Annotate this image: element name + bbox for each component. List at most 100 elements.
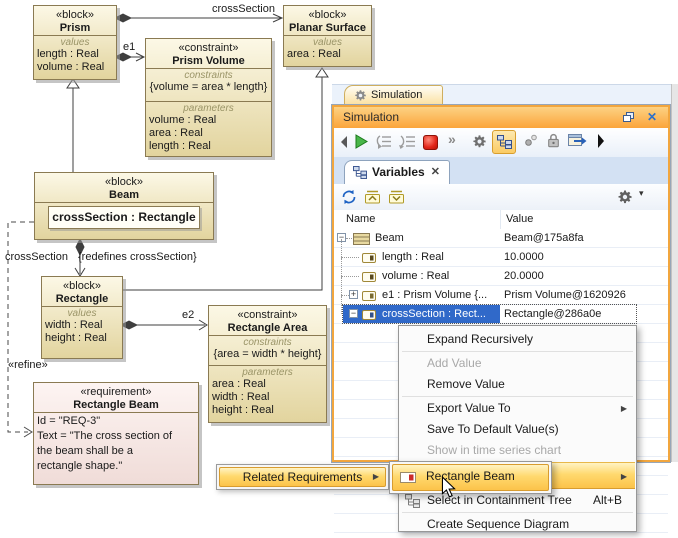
- table-row-volume[interactable]: volume : Real 20.0000: [334, 267, 668, 286]
- stereotype: «block»: [35, 176, 213, 189]
- stereotype: «requirement»: [34, 386, 198, 399]
- related-requirements-box: Related Requirements ▶: [216, 464, 389, 490]
- dropdown-caret-icon[interactable]: ▾: [639, 188, 644, 199]
- compartment-label: constraints: [149, 70, 268, 81]
- menu-item-related-requirements[interactable]: Related Requirements ▶: [219, 467, 386, 487]
- row-name: Beam: [375, 229, 404, 247]
- tab-variables[interactable]: Variables ✕: [344, 160, 450, 185]
- close-icon[interactable]: ✕: [647, 107, 657, 128]
- table-row-beam[interactable]: − Beam Beam@175a8fa: [334, 229, 668, 248]
- block-beam[interactable]: «block» Beam crossSection : Rectangle: [34, 172, 214, 240]
- expander-icon[interactable]: +: [349, 290, 358, 299]
- tab-label: Variables: [372, 161, 425, 184]
- block-planar-surface[interactable]: «block» Planar Surface values area : Rea…: [283, 5, 372, 67]
- trigger-back-icon[interactable]: [339, 135, 348, 149]
- menu-item-create-sequence-diagram[interactable]: Create Sequence Diagram: [400, 514, 635, 535]
- menu-item-add-value: Add Value: [400, 353, 635, 374]
- menu-item-expand-recursively[interactable]: Expand Recursively: [400, 329, 635, 350]
- export-console-icon[interactable]: [568, 133, 587, 147]
- parameter-line: volume : Real: [149, 114, 268, 127]
- compartment-label: parameters: [212, 367, 323, 378]
- table-row-e1[interactable]: + e1 : Prism Volume {... Prism Volume@16…: [334, 286, 668, 305]
- edge-label-redefines: {redefines crossSection}: [78, 251, 197, 263]
- block-rectangle[interactable]: «block» Rectangle values width : Real he…: [41, 276, 123, 359]
- row-name: e1 : Prism Volume {...: [382, 286, 487, 304]
- table-row-length[interactable]: length : Real 10.0000: [334, 248, 668, 267]
- compartment-label: constraints: [212, 337, 323, 348]
- row-name: volume : Real: [382, 267, 449, 285]
- block-name: Prism Volume: [146, 55, 271, 68]
- variables-pane-toggle[interactable]: [492, 130, 516, 154]
- menu-item-save-to-default[interactable]: Save To Default Value(s): [400, 419, 635, 440]
- gear-icon: [354, 89, 367, 102]
- part-property-crosssection[interactable]: crossSection : Rectangle: [48, 206, 200, 229]
- requirement-line: the beam shall be a: [37, 444, 195, 459]
- float-window-icon[interactable]: [623, 112, 634, 123]
- variables-tab-icon: [353, 166, 367, 179]
- block-name: Rectangle: [42, 293, 122, 306]
- block-prism[interactable]: «block» Prism values length : Real volum…: [33, 5, 117, 80]
- parameter-line: width : Real: [212, 391, 323, 404]
- constraint-expression: {area = width * height}: [212, 348, 323, 361]
- compartment-label: values: [37, 37, 113, 48]
- collapse-value-icon[interactable]: [389, 190, 405, 204]
- dock-tab-label: Simulation: [371, 89, 422, 101]
- value-line: length : Real: [37, 48, 113, 61]
- block-icon: [353, 233, 370, 245]
- refresh-icon[interactable]: [341, 189, 357, 205]
- column-value[interactable]: Value: [506, 210, 533, 229]
- breakpoints-icon[interactable]: [524, 134, 538, 147]
- submenu-arrow-icon: ▶: [373, 468, 379, 486]
- stereotype: «block»: [284, 9, 371, 22]
- context-menu: Expand Recursively Add Value Remove Valu…: [398, 325, 637, 532]
- expand-value-icon[interactable]: [365, 190, 381, 204]
- row-value: 10.0000: [504, 248, 544, 266]
- options-gear-icon[interactable]: [472, 134, 487, 149]
- edge-label-crosssection-top: crossSection: [212, 3, 275, 15]
- menu-item-remove-value[interactable]: Remove Value: [400, 374, 635, 395]
- step-over-icon: [399, 134, 416, 149]
- edge-label-crosssection-left: crossSection: [5, 251, 68, 263]
- parameter-line: length : Real: [149, 140, 268, 153]
- table-row-crosssection-selected[interactable]: − crossSection : Rect... Rectangle@286a0…: [334, 305, 668, 324]
- mouse-cursor: [441, 476, 456, 498]
- constraint-rectangle-area[interactable]: «constraint» Rectangle Area constraints …: [208, 305, 327, 423]
- compartment-label: parameters: [149, 103, 268, 114]
- value-line: width : Real: [45, 319, 119, 332]
- block-name: Rectangle Area: [209, 322, 326, 335]
- edge-label-e2: e2: [182, 309, 194, 321]
- simulation-titlebar[interactable]: Simulation ✕: [334, 107, 668, 128]
- submenu-arrow-icon: ▶: [621, 398, 627, 419]
- dock-tab-simulation[interactable]: Simulation: [344, 85, 443, 106]
- binding-connector-e2: [121, 320, 207, 330]
- requirement-line: rectangle shape.": [37, 459, 195, 474]
- animation-speed-icon[interactable]: »: [448, 131, 456, 147]
- stereotype: «block»: [42, 280, 122, 293]
- menu-item-show-time-series: Show in time series chart: [400, 440, 635, 461]
- row-value: Beam@175a8fa: [504, 229, 584, 247]
- related-requirements-submenu: Rectangle Beam: [389, 461, 552, 494]
- edge-label-refine: «refine»: [8, 359, 48, 371]
- toolbar-more-icon[interactable]: [597, 134, 605, 148]
- submenu-item-rectangle-beam[interactable]: Rectangle Beam: [392, 464, 549, 491]
- run-icon[interactable]: [355, 134, 368, 149]
- block-name: Beam: [35, 189, 213, 202]
- window-title: Simulation: [343, 110, 399, 124]
- column-name[interactable]: Name: [346, 210, 375, 229]
- settings-gear-icon[interactable]: [617, 189, 633, 205]
- containment-tree-icon: [405, 494, 420, 508]
- row-value: Prism Volume@1620926: [504, 286, 626, 304]
- submenu-arrow-icon: ▶: [621, 466, 627, 487]
- generalization-beam-prism: [67, 79, 79, 172]
- association-crosssection-top: [115, 14, 282, 22]
- requirement-rectangle-beam[interactable]: «requirement» Rectangle Beam Id = "REQ-3…: [33, 382, 199, 485]
- tab-close-icon[interactable]: ✕: [431, 161, 440, 184]
- stop-icon[interactable]: [423, 135, 438, 150]
- value-line: height : Real: [45, 332, 119, 345]
- menu-item-export-value-to[interactable]: Export Value To ▶: [400, 398, 635, 419]
- parameter-line: area : Real: [212, 378, 323, 391]
- parameter-line: height : Real: [212, 404, 323, 417]
- constraint-prism-volume[interactable]: «constraint» Prism Volume constraints {v…: [145, 38, 272, 157]
- stereotype: «constraint»: [146, 42, 271, 55]
- block-name: Planar Surface: [284, 22, 371, 35]
